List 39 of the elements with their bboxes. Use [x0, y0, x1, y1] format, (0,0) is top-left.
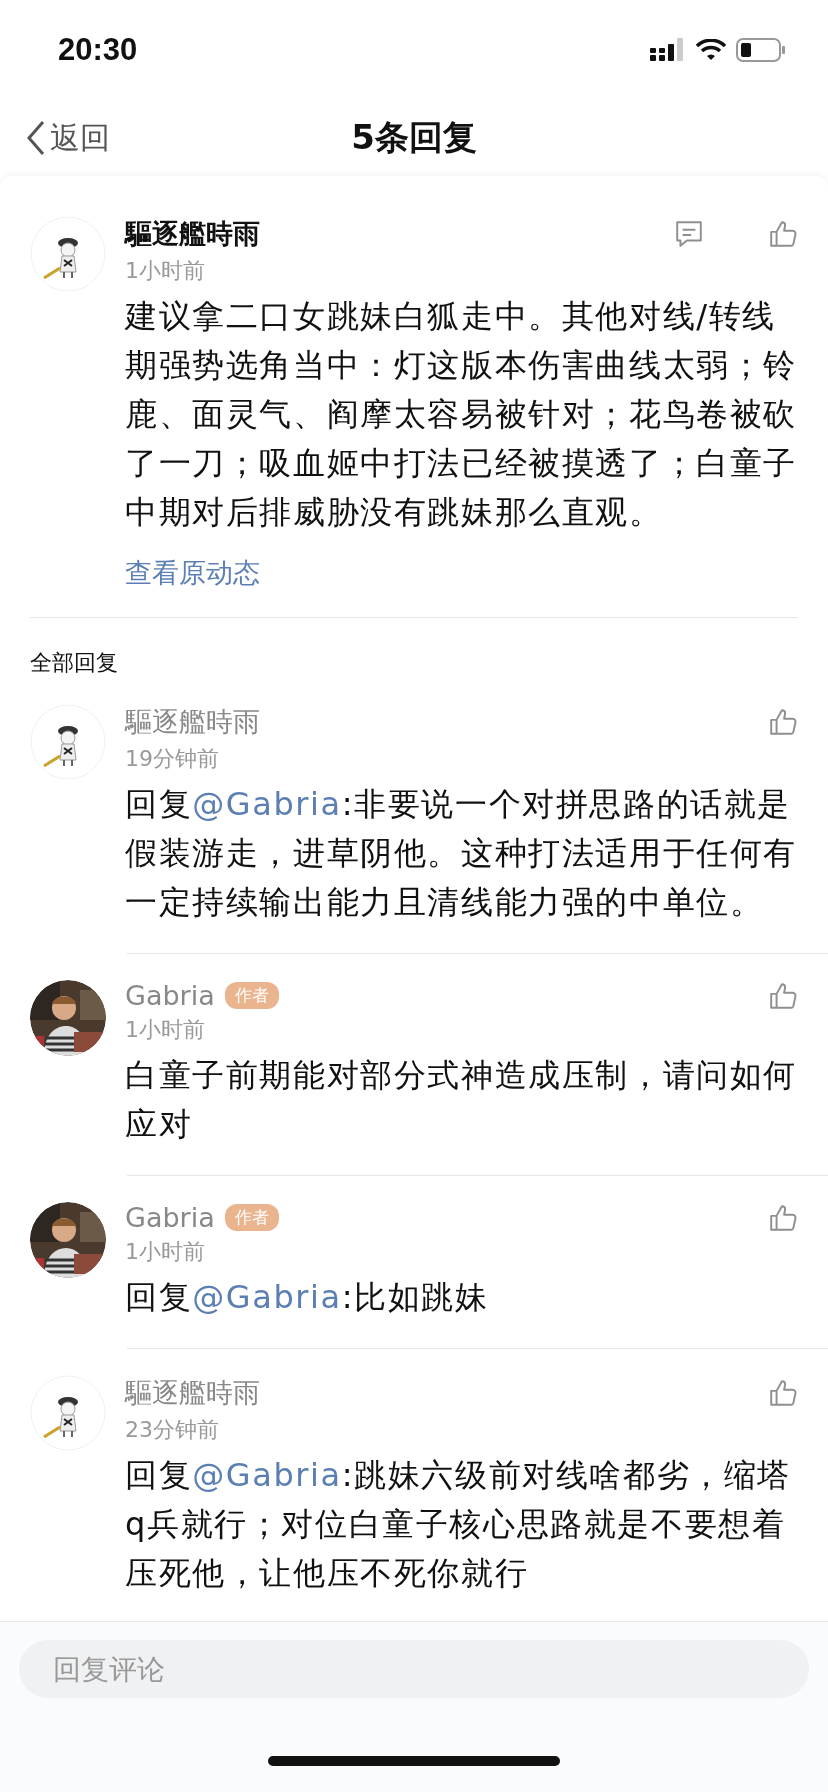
mention-link[interactable]: @Gabria — [192, 785, 342, 823]
author-name: 驅逐艦時雨 — [125, 1376, 260, 1410]
post-time: 23分钟前 — [125, 1416, 220, 1444]
author-name: Gabria — [125, 1202, 215, 1233]
reply-text: 回复@Gabria:跳妹六级前对线啥都劣，缩塔q兵就行；对位白童子核心思路就是不要想着压死他，让他压不死你就行 — [125, 1455, 792, 1594]
cartoon-avatar-drawing[interactable] — [30, 216, 106, 292]
comment-text: 建议拿二口女跳妹白狐走中。其他对线/转线期强势选角当中：灯这版本伤害曲线太弱；铃鹿、面灵气、阎摩太容易被针对；花鸟卷被砍了一刀；吸血姬中打法已经被摸透了；白童子中期对后排威胁没有跳妹那么直观。 — [125, 296, 798, 533]
back-chevron-icon — [26, 120, 46, 156]
reply-text: 回复@Gabria:比如跳妹 — [125, 1277, 490, 1318]
comment-icon[interactable] — [674, 219, 704, 249]
reply-input[interactable]: 回复评论 — [19, 1640, 809, 1698]
wifi-icon — [696, 39, 726, 61]
post-time: 19分钟前 — [125, 745, 220, 773]
thumbs-up-icon[interactable] — [768, 980, 798, 1011]
author-badge: 作者 — [224, 982, 279, 1009]
author-name: 驅逐艦時雨 — [125, 705, 260, 739]
cartoon-avatar-drawing[interactable] — [30, 704, 106, 780]
back-button[interactable]: 返回 — [26, 117, 110, 159]
mention-link[interactable]: @Gabria — [192, 1278, 342, 1316]
post-time: 1小时前 — [125, 1016, 206, 1044]
post-time: 1小时前 — [125, 257, 206, 285]
author-name: Gabria — [125, 980, 215, 1011]
thumbs-up-icon[interactable] — [768, 219, 798, 249]
signal-icon — [650, 38, 686, 62]
cartoon-avatar-drawing[interactable] — [30, 1375, 106, 1451]
view-original-link[interactable]: 查看原动态 — [125, 555, 260, 591]
thumbs-up-icon[interactable] — [768, 1202, 798, 1233]
author-name: 驅逐艦時雨 — [125, 217, 260, 251]
author-badge: 作者 — [224, 1204, 279, 1231]
mention-link[interactable]: @Gabria — [192, 1456, 342, 1494]
clock-time: 20:30 — [58, 32, 138, 68]
thumbs-up-icon[interactable] — [768, 707, 798, 737]
post-time: 1小时前 — [125, 1238, 206, 1266]
thumbs-up-icon[interactable] — [768, 1378, 798, 1408]
battery-icon — [736, 38, 786, 62]
reply-text: 回复@Gabria:非要说一个对拼思路的话就是假装游走，进草阴他。这种打法适用于任何有一定持续输出能力且清线能力强的中单位。 — [125, 784, 798, 923]
reply-text: 白童子前期能对部分式神造成压制，请问如何应对 — [125, 1055, 798, 1145]
page-title: 5条回复 — [351, 117, 477, 157]
section-title: 全部回复 — [29, 649, 119, 677]
